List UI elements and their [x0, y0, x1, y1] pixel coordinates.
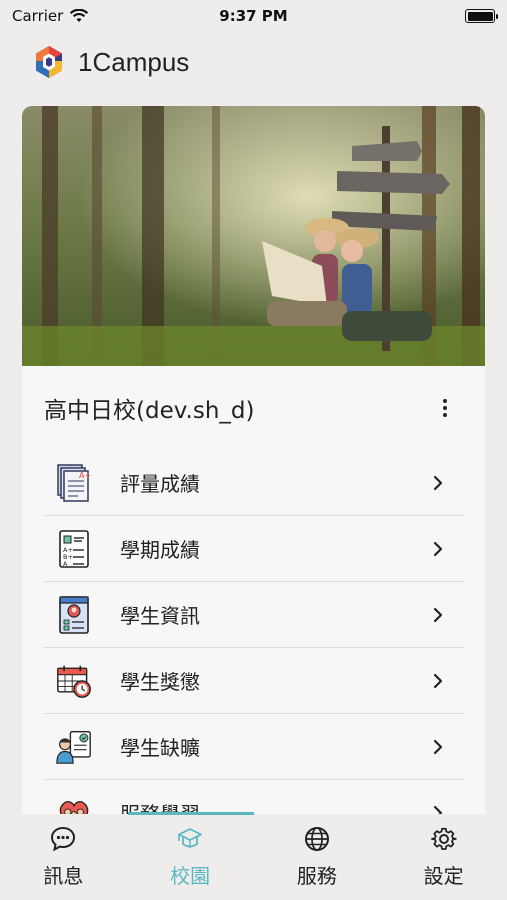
- chevron-right-icon: [433, 739, 443, 754]
- app-header: 1Campus: [34, 40, 189, 84]
- tab-settings[interactable]: 設定: [380, 814, 507, 900]
- tab-services[interactable]: 服務: [254, 814, 381, 900]
- school-header: 高中日校(dev.sh_d): [22, 366, 485, 450]
- chevron-right-icon: [433, 475, 443, 490]
- chevron-right-icon: [433, 607, 443, 622]
- chevron-right-icon: [433, 673, 443, 688]
- hero-image: [22, 106, 485, 366]
- grade-report-icon: A+ B+ A: [59, 529, 89, 568]
- 1campus-logo-icon: [36, 46, 62, 78]
- school-name: 高中日校(dev.sh_d): [44, 398, 255, 424]
- menu-item-rewards-penalties[interactable]: 學生獎懲: [44, 648, 464, 714]
- menu-label: 學期成績: [120, 538, 200, 562]
- calendar-clock-icon: [57, 665, 91, 698]
- svg-text:A+: A+: [79, 471, 91, 480]
- active-tab-indicator: [128, 812, 254, 815]
- chevron-right-icon: [433, 541, 443, 556]
- student-profile-icon: [59, 595, 89, 634]
- menu-label: 學生缺曠: [120, 736, 200, 760]
- graduation-cap-icon: [178, 828, 203, 848]
- tab-label: 訊息: [43, 864, 84, 888]
- gear-icon: [430, 827, 457, 850]
- tab-label: 設定: [423, 864, 464, 888]
- tab-bar: 訊息 校園 服務 設定: [0, 812, 507, 900]
- menu-item-semester-scores[interactable]: A+ B+ A 學期成績: [44, 516, 464, 582]
- menu-item-attendance[interactable]: 學生缺曠: [44, 714, 464, 780]
- battery-icon: [465, 9, 498, 23]
- menu-label: 學生資訊: [120, 604, 200, 628]
- tab-campus[interactable]: 校園: [127, 814, 254, 900]
- chat-icon: [51, 826, 76, 852]
- attendance-icon: [56, 730, 91, 764]
- more-options-button[interactable]: [435, 393, 455, 423]
- tab-label: 校園: [170, 864, 211, 888]
- menu-label: 評量成績: [120, 472, 200, 496]
- clock: 9:37 PM: [219, 7, 288, 25]
- tab-label: 服務: [296, 864, 337, 888]
- exam-papers-icon: A+: [57, 463, 91, 502]
- tab-messages[interactable]: 訊息: [0, 814, 127, 900]
- globe-icon: [304, 827, 329, 851]
- menu-label: 學生獎懲: [120, 670, 200, 694]
- campus-card: 高中日校(dev.sh_d) A+ 評量成績 A+ B+ A 學期成績 學生資訊…: [22, 106, 485, 826]
- status-bar: Carrier 9:37 PM: [0, 0, 507, 32]
- menu-item-exam-scores[interactable]: A+ 評量成績: [44, 450, 464, 516]
- svg-text:A: A: [63, 560, 68, 568]
- menu-list: A+ 評量成績 A+ B+ A 學期成績 學生資訊 學生獎懲 學生缺曠: [44, 450, 464, 826]
- app-title: 1Campus: [78, 46, 190, 77]
- menu-item-student-info[interactable]: 學生資訊: [44, 582, 464, 648]
